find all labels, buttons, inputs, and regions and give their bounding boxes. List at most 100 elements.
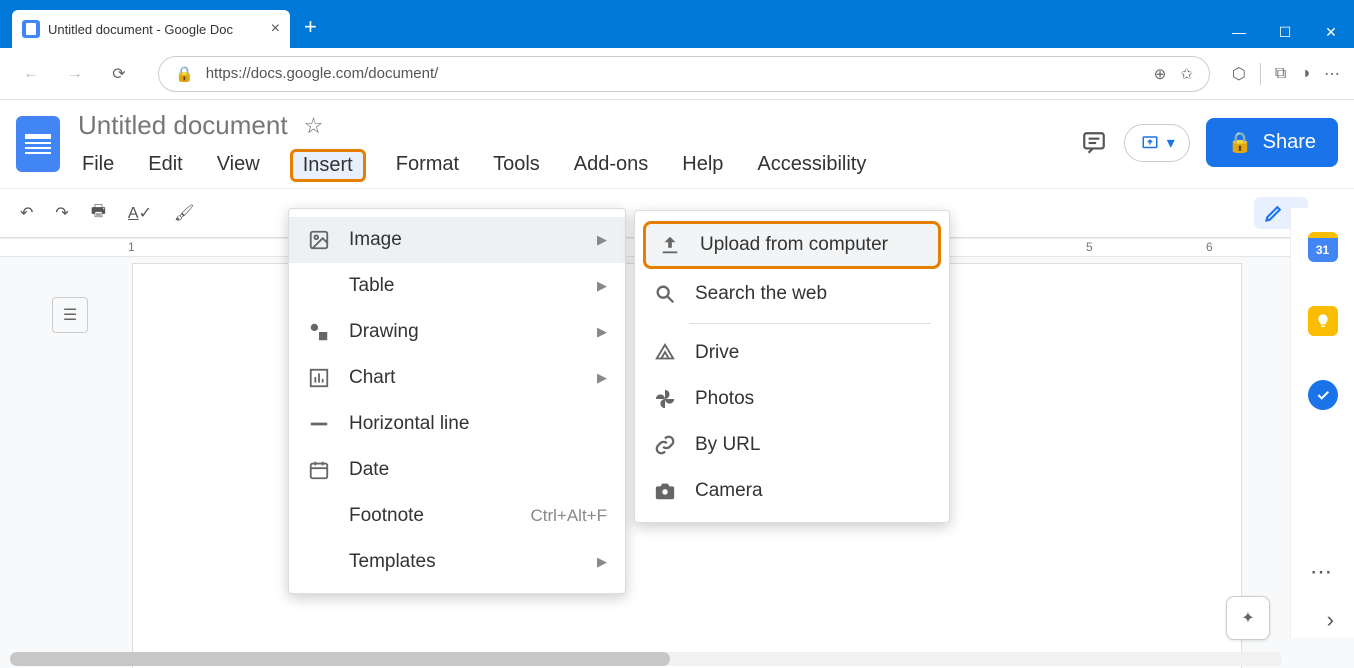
lock-icon: 🔒: [1228, 130, 1253, 155]
insert-menu-item[interactable]: Templates ▶: [289, 539, 625, 585]
drive-icon: [653, 342, 677, 364]
ruler-mark: 5: [1086, 240, 1093, 254]
tab-title: Untitled document - Google Doc: [48, 22, 233, 37]
paint-format-icon[interactable]: 🖌: [174, 203, 194, 223]
docs-favicon: [22, 20, 40, 38]
menu-file[interactable]: File: [78, 149, 118, 182]
menu-separator: [689, 323, 931, 324]
menu-item-label: Table: [349, 275, 394, 297]
submenu-arrow-icon: ▶: [597, 278, 607, 294]
dropdown-caret-icon: ▾: [1167, 133, 1175, 153]
document-title[interactable]: Untitled document: [78, 110, 288, 141]
separator: [1260, 63, 1261, 85]
submenu-arrow-icon: ▶: [597, 370, 607, 386]
image-submenu-item[interactable]: Upload from computer: [643, 221, 941, 269]
date-icon: [307, 459, 331, 481]
menu-edit[interactable]: Edit: [144, 149, 186, 182]
share-button[interactable]: 🔒 Share: [1206, 118, 1338, 167]
hr-icon: [307, 413, 331, 435]
browser-titlebar: Untitled document - Google Doc × + — ☐ ✕: [0, 0, 1354, 48]
browser-toolbar: ← → ⟳ 🔒 https://docs.google.com/document…: [0, 48, 1354, 100]
horizontal-scrollbar[interactable]: [10, 652, 1282, 666]
image-submenu: Upload from computer Search the web Drive P…: [634, 210, 950, 523]
link-icon: [653, 434, 677, 456]
image-submenu-item[interactable]: Search the web: [635, 271, 949, 317]
forward-button[interactable]: →: [58, 57, 92, 91]
menu-view[interactable]: View: [213, 149, 264, 182]
menu-add-ons[interactable]: Add-ons: [570, 149, 653, 182]
star-icon[interactable]: ☆: [304, 113, 324, 139]
redo-icon[interactable]: ↷: [55, 203, 68, 223]
insert-menu-item[interactable]: Date: [289, 447, 625, 493]
back-button[interactable]: ←: [14, 57, 48, 91]
comments-icon[interactable]: [1080, 130, 1108, 156]
side-more-icon[interactable]: ⋯: [1310, 559, 1334, 585]
insert-menu-item[interactable]: Chart ▶: [289, 355, 625, 401]
undo-icon[interactable]: ↶: [20, 203, 33, 223]
more-icon[interactable]: ⋯: [1324, 64, 1340, 84]
image-submenu-item[interactable]: Camera: [635, 468, 949, 514]
insert-menu-item[interactable]: Table ▶: [289, 263, 625, 309]
submenu-item-label: By URL: [695, 434, 760, 456]
spellcheck-icon[interactable]: A✓: [128, 203, 152, 223]
ruler-mark: 1: [128, 240, 135, 254]
scrollbar-thumb[interactable]: [10, 652, 670, 666]
docs-logo[interactable]: [16, 116, 60, 172]
image-submenu-item[interactable]: By URL: [635, 422, 949, 468]
chart-icon: [307, 367, 331, 389]
menu-item-label: Chart: [349, 367, 395, 389]
browser-tab[interactable]: Untitled document - Google Doc ×: [12, 10, 290, 48]
search-icon: [653, 283, 677, 305]
menu-item-label: Image: [349, 229, 402, 251]
submenu-arrow-icon: ▶: [597, 232, 607, 248]
menu-item-label: Drawing: [349, 321, 419, 343]
side-expand-icon[interactable]: ›: [1327, 607, 1334, 633]
calendar-icon[interactable]: 31: [1308, 232, 1338, 262]
insert-menu-item[interactable]: Image ▶: [289, 217, 625, 263]
maximize-button[interactable]: ☐: [1262, 16, 1308, 48]
photos-icon: [653, 388, 677, 410]
reload-button[interactable]: ⟳: [102, 57, 136, 91]
menubar: File Edit View Insert Format Tools Add-ons Help…: [78, 149, 1062, 182]
submenu-arrow-icon: ▶: [597, 554, 607, 570]
favorite-icon[interactable]: ✩: [1180, 65, 1193, 83]
menu-help[interactable]: Help: [678, 149, 727, 182]
insert-menu-item[interactable]: Horizontal line: [289, 401, 625, 447]
insert-menu-item[interactable]: Drawing ▶: [289, 309, 625, 355]
new-tab-button[interactable]: +: [304, 14, 317, 40]
present-button[interactable]: ▾: [1124, 124, 1190, 162]
submenu-arrow-icon: ▶: [597, 324, 607, 340]
image-icon: [307, 229, 331, 251]
url-text: https://docs.google.com/document/: [206, 65, 439, 82]
tab-close-icon[interactable]: ×: [271, 20, 280, 38]
collections-icon[interactable]: ⧉: [1275, 65, 1286, 83]
keep-icon[interactable]: [1308, 306, 1338, 336]
menu-accessibility[interactable]: Accessibility: [753, 149, 870, 182]
explore-button[interactable]: ✦: [1226, 596, 1270, 640]
menu-item-label: Footnote: [349, 505, 424, 527]
outline-button[interactable]: ☰: [52, 297, 88, 333]
minimize-button[interactable]: —: [1216, 16, 1262, 48]
address-bar[interactable]: 🔒 https://docs.google.com/document/ ⊕ ✩: [158, 56, 1210, 92]
print-icon[interactable]: 🖶: [91, 200, 106, 227]
menu-item-label: Templates: [349, 551, 436, 573]
profile-icon[interactable]: ◑: [1300, 65, 1310, 83]
close-window-button[interactable]: ✕: [1308, 16, 1354, 48]
insert-menu-item[interactable]: FootnoteCtrl+Alt+F: [289, 493, 625, 539]
menu-insert[interactable]: Insert: [290, 149, 366, 182]
extensions-icon[interactable]: ⬡: [1232, 64, 1246, 84]
window-controls: — ☐ ✕: [1216, 16, 1354, 48]
zoom-icon[interactable]: ⊕: [1154, 65, 1167, 83]
docs-header: Untitled document ☆ File Edit View Insert Fo…: [0, 100, 1354, 182]
menu-item-label: Horizontal line: [349, 413, 469, 435]
camera-icon: [653, 480, 677, 502]
image-submenu-item[interactable]: Drive: [635, 330, 949, 376]
submenu-item-label: Photos: [695, 388, 754, 410]
menu-format[interactable]: Format: [392, 149, 463, 182]
drawing-icon: [307, 321, 331, 343]
tasks-icon[interactable]: [1308, 380, 1338, 410]
menu-tools[interactable]: Tools: [489, 149, 544, 182]
image-submenu-item[interactable]: Photos: [635, 376, 949, 422]
ruler-mark: 6: [1206, 240, 1213, 254]
submenu-item-label: Search the web: [695, 283, 827, 305]
